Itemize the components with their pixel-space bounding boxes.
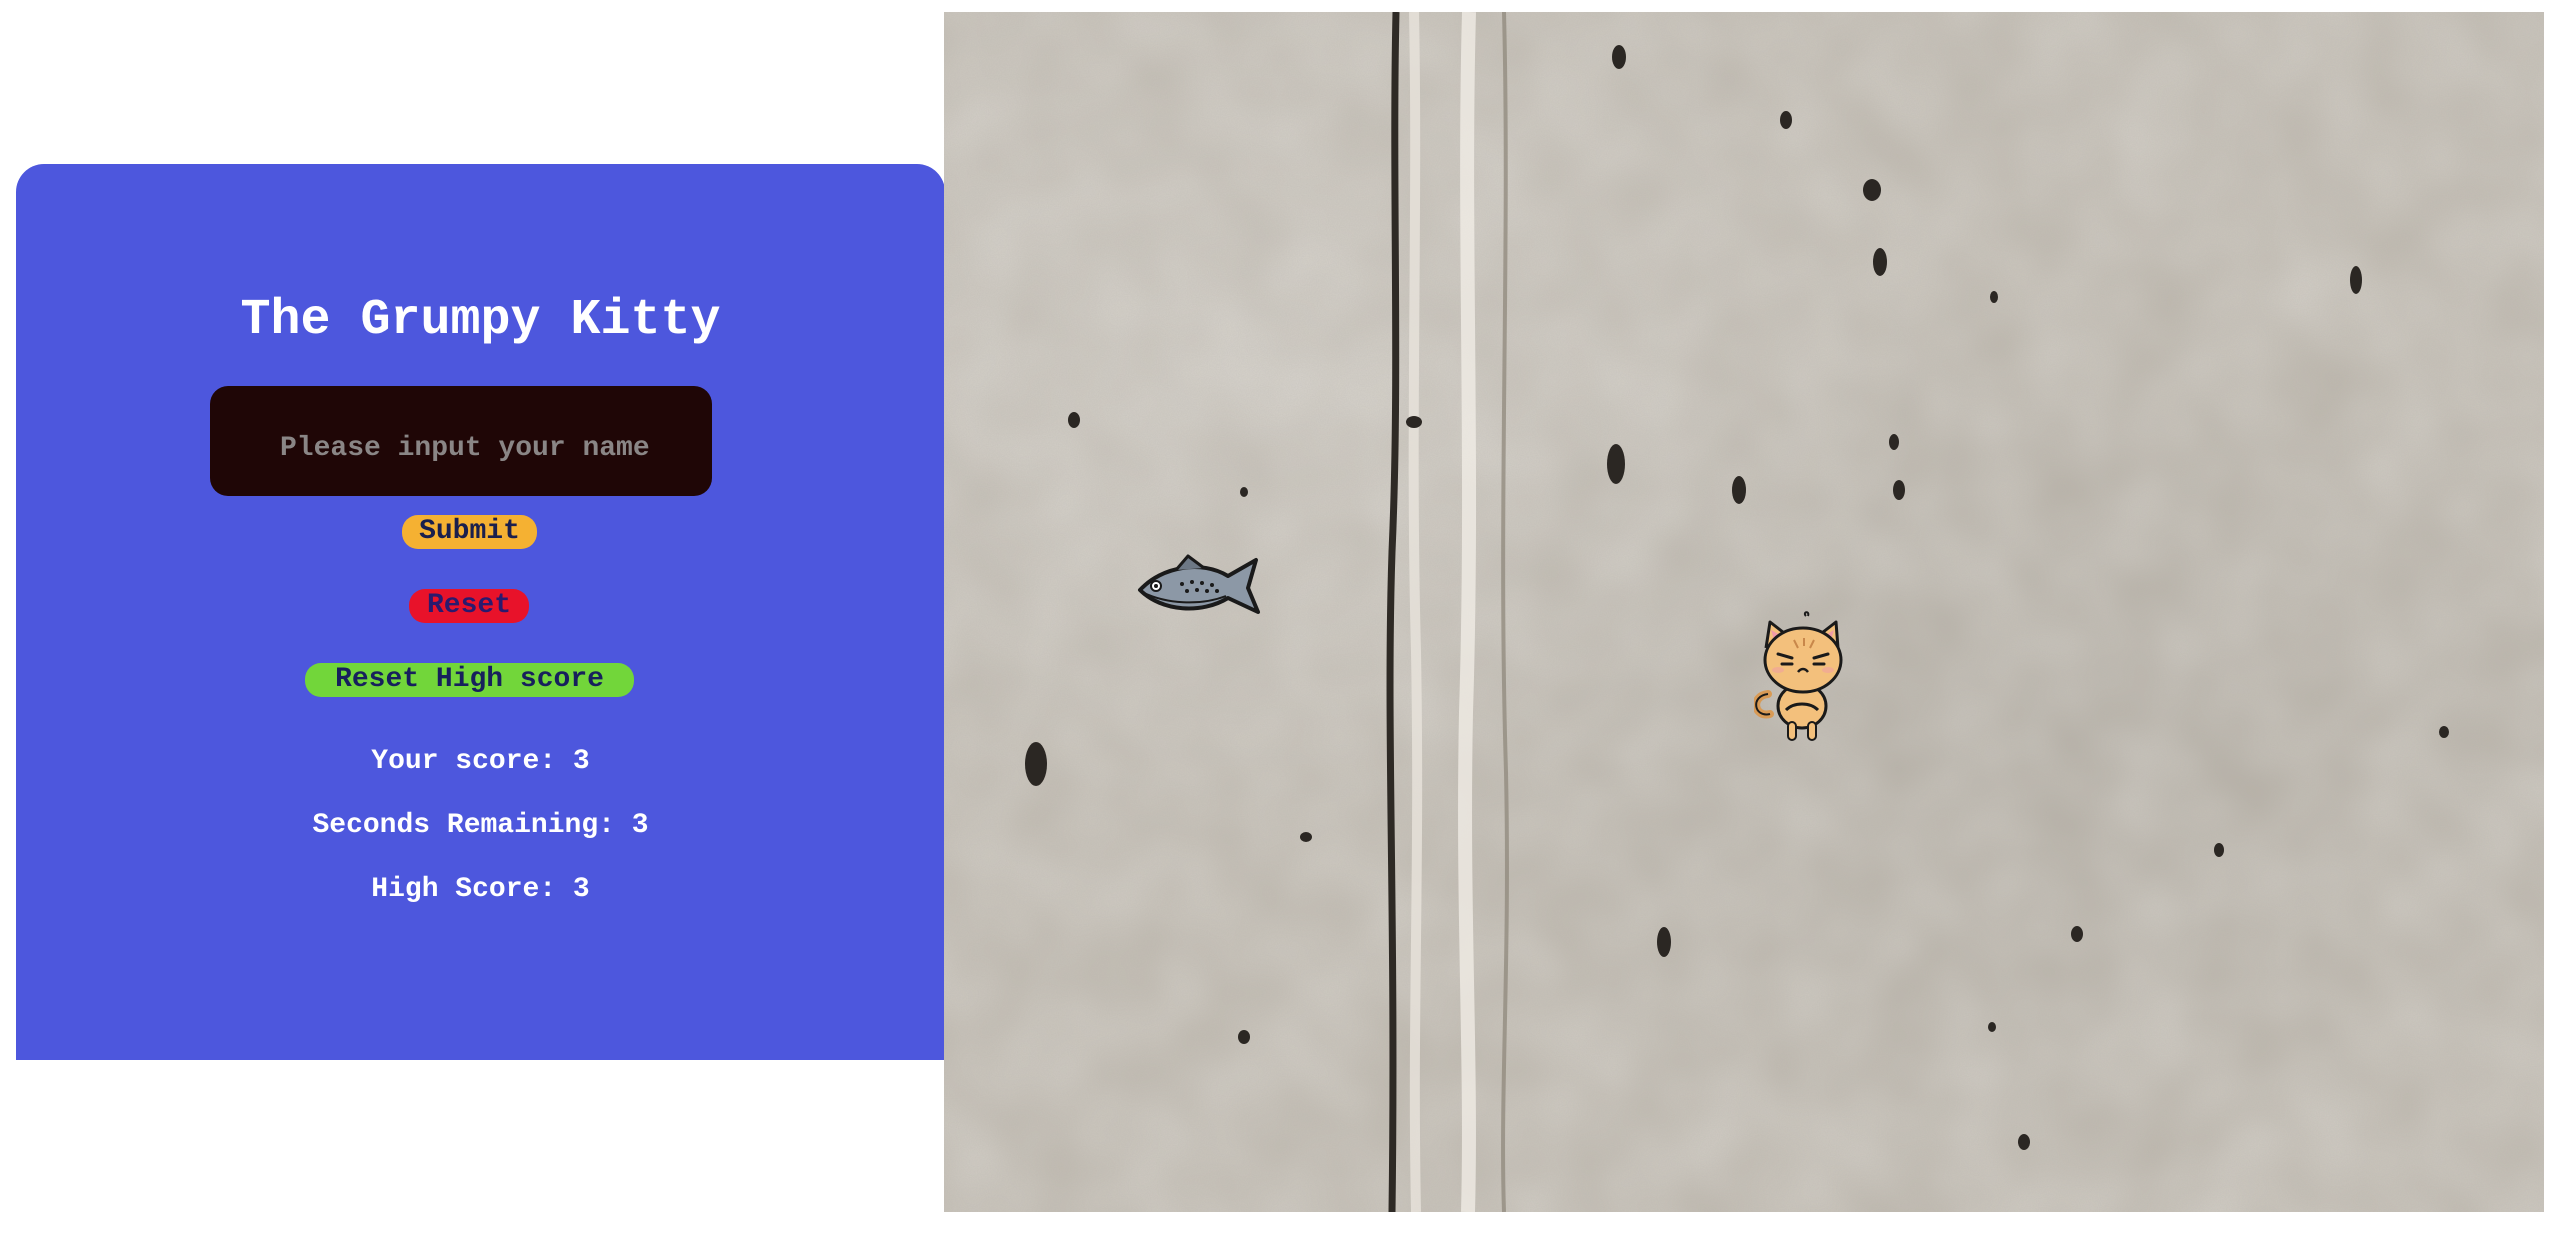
- game-board[interactable]: [944, 12, 2544, 1212]
- reset-high-score-button[interactable]: Reset High score: [305, 663, 634, 697]
- grumpy-cat-icon[interactable]: [1752, 610, 1854, 744]
- score-display: Your score: 3: [371, 746, 590, 777]
- fish-icon[interactable]: [1136, 552, 1264, 622]
- name-input[interactable]: [210, 386, 712, 496]
- submit-button[interactable]: Submit: [402, 515, 537, 549]
- reset-button[interactable]: Reset: [409, 589, 529, 623]
- game-title: The Grumpy Kitty: [240, 292, 721, 349]
- seconds-remaining-display: Seconds Remaining: 3: [312, 810, 649, 841]
- high-score-display: High Score: 3: [371, 874, 590, 905]
- control-panel: The Grumpy Kitty Submit Reset Reset High…: [16, 164, 945, 1060]
